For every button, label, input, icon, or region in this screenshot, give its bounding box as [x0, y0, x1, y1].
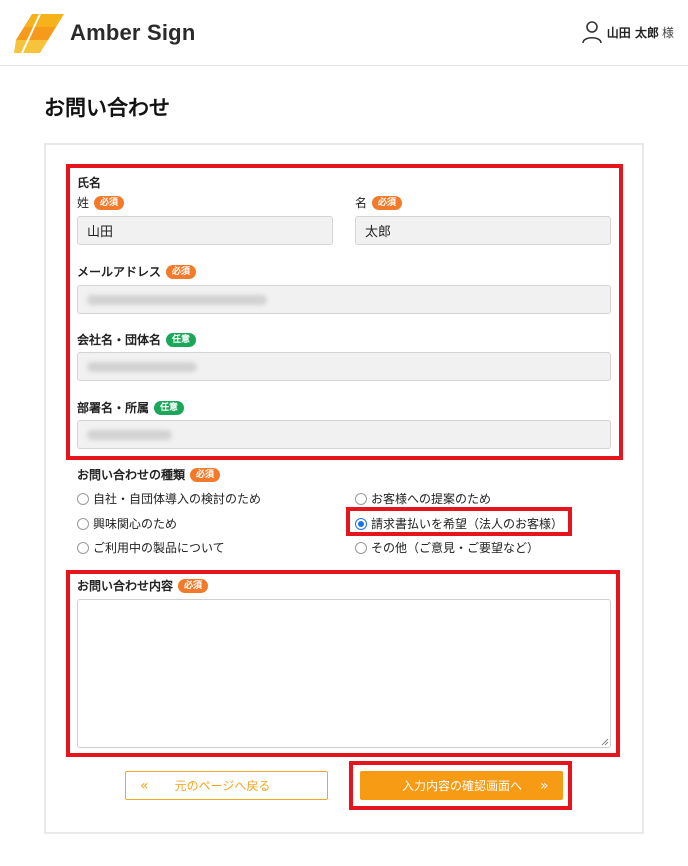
page-title: お問い合わせ [44, 96, 170, 120]
radio-option-current-product[interactable]: ご利用中の製品について [77, 539, 225, 556]
highlight-inquiry-content [66, 570, 620, 757]
radio-option-internal-adoption[interactable]: 自社・自団体導入の検討のため [77, 490, 261, 507]
radio-icon[interactable] [77, 541, 89, 554]
user-honorific: 様 [661, 25, 674, 40]
radio-icon[interactable] [355, 492, 367, 505]
brand-logo[interactable]: Amber Sign [14, 12, 195, 54]
user-name: 山田 太郎 [606, 25, 659, 40]
radio-option-other[interactable]: その他（ご意見・ご要望など） [355, 539, 539, 556]
double-chevron-left-icon: « [140, 777, 149, 794]
site-header: Amber Sign 山田 太郎 様 [0, 0, 688, 66]
back-button[interactable]: « 元のページへ戻る [125, 771, 328, 800]
radio-option-client-proposal[interactable]: お客様への提案のため [355, 490, 491, 507]
brand-name: Amber Sign [70, 20, 196, 45]
amber-sign-logo-icon [14, 13, 64, 54]
back-button-label: 元のページへ戻る [174, 779, 271, 793]
user-menu[interactable]: 山田 太郎 様 [581, 20, 674, 44]
radio-option-interest[interactable]: 興味関心のため [77, 515, 177, 532]
radio-icon[interactable] [77, 492, 89, 505]
radio-icon[interactable] [77, 517, 89, 530]
highlight-invoice-option [346, 507, 572, 536]
user-icon [581, 21, 602, 44]
required-badge: 必須 [190, 467, 221, 482]
inquiry-type-label: お問い合わせの種類 必須 [77, 466, 221, 483]
radio-icon[interactable] [355, 541, 367, 554]
highlight-personal-info [66, 164, 623, 460]
highlight-confirm-button [349, 761, 572, 810]
